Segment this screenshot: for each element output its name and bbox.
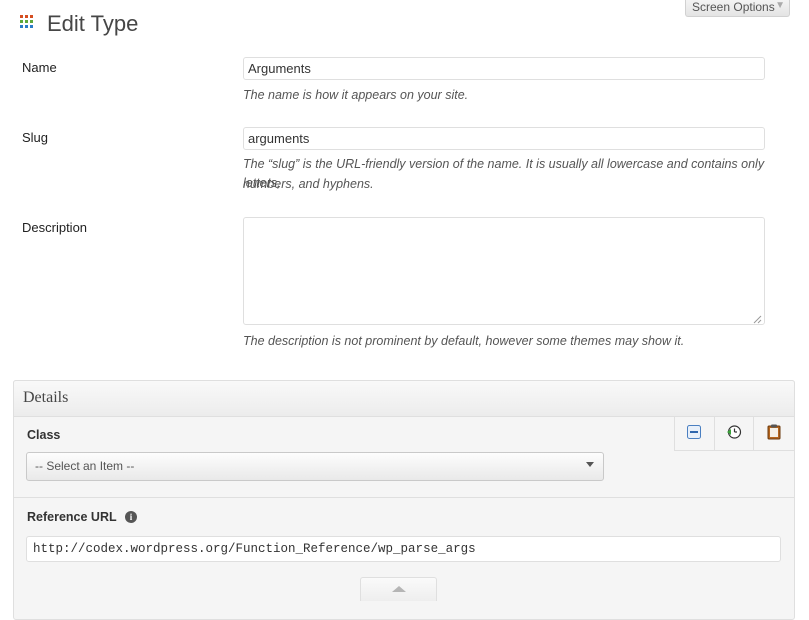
history-button[interactable] [715,417,755,450]
clipboard-button[interactable] [754,417,794,450]
collapse-button[interactable] [360,577,437,601]
divider [14,497,794,498]
reference-url-label: Reference URL [27,510,117,524]
name-label: Name [22,60,57,75]
slug-input[interactable] [243,127,765,150]
history-icon [726,424,742,443]
minus-icon [687,425,702,442]
details-title: Details [23,389,69,406]
class-select-value: -- Select an Item -- [35,459,135,473]
class-select[interactable]: -- Select an Item -- [26,452,604,481]
resize-handle-icon[interactable] [752,312,762,324]
description-textarea[interactable] [243,217,765,325]
chevron-up-icon [392,586,406,592]
name-input[interactable] [243,57,765,80]
minus-button[interactable] [675,417,715,450]
clipboard-icon [767,424,781,443]
grid-icon [20,15,34,29]
details-header[interactable] [13,380,795,417]
field-toolbar [674,417,794,451]
screen-options-button[interactable]: Screen Options ▼ [685,0,790,17]
screen-options-label: Screen Options [692,0,775,14]
name-hint: The name is how it appears on your site. [243,88,469,102]
slug-hint-line2: numbers, and hyphens. [243,177,374,191]
chevron-down-icon [586,462,594,467]
chevron-down-icon: ▼ [775,0,785,11]
reference-url-input[interactable] [26,536,781,562]
page-title: Edit Type [47,11,139,36]
class-label: Class [27,428,61,442]
description-hint: The description is not prominent by defa… [243,334,685,348]
slug-label: Slug [22,130,49,145]
description-label: Description [22,220,88,235]
info-icon[interactable]: i [125,511,137,523]
